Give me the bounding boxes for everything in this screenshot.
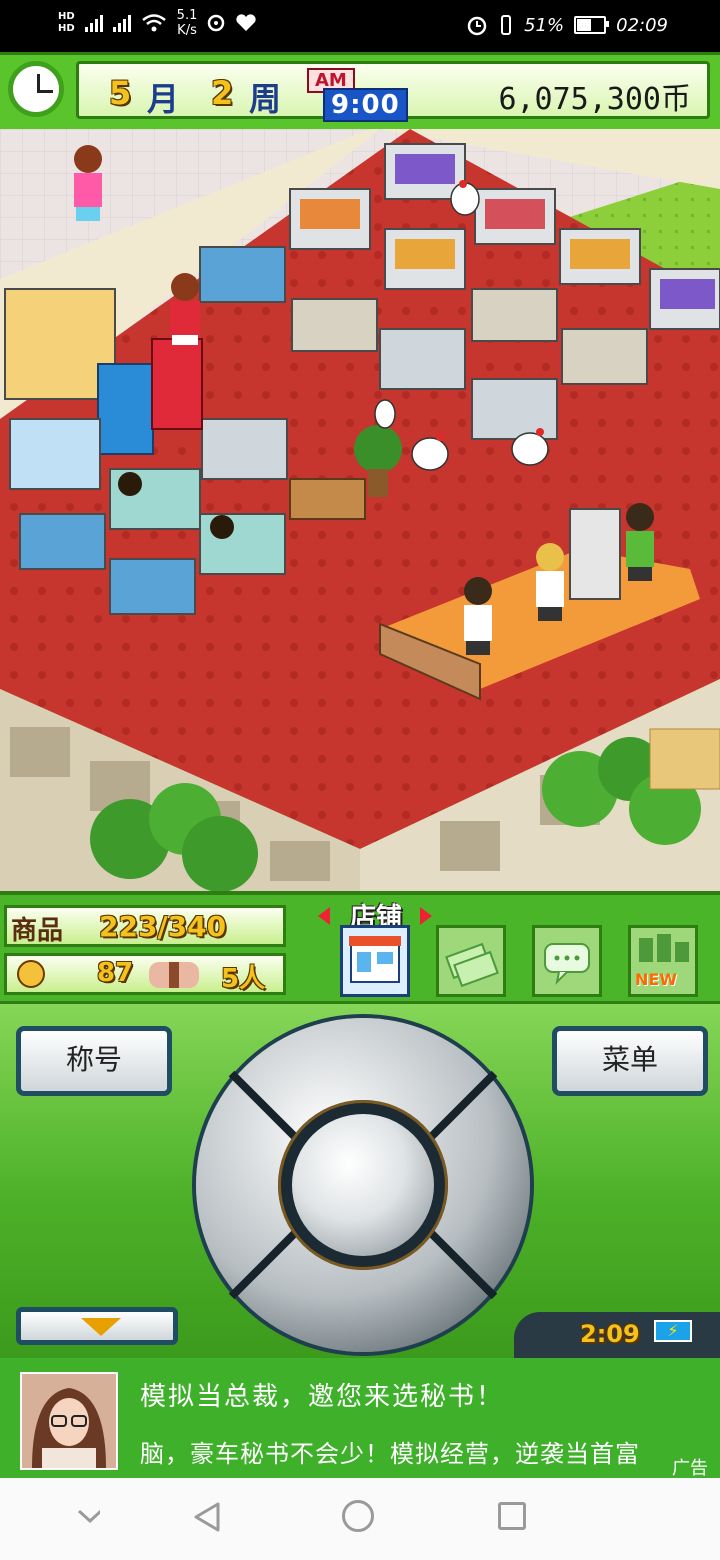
dpad-center-button[interactable] <box>292 1114 434 1256</box>
chevron-down-icon[interactable] <box>76 1504 100 1528</box>
title-button[interactable]: 称号 <box>16 1026 172 1096</box>
tab-store[interactable] <box>340 925 410 997</box>
recent-apps-icon[interactable] <box>498 1502 526 1530</box>
people-icon <box>149 962 199 988</box>
triangle-down-icon <box>81 1318 121 1336</box>
status-right-indicators: 51% 02:09 <box>466 14 668 36</box>
ad-subtext[interactable]: 脑，豪车秘书不会少！模拟经营，逆袭当首富 <box>140 1434 640 1469</box>
ad-headline[interactable]: 模拟当总裁，邀您来选秘书！ <box>140 1376 504 1413</box>
tab-new-feature[interactable]: NEW <box>628 925 698 997</box>
tab-next-arrow-icon[interactable] <box>420 907 432 925</box>
device-clock-box: 2:09 ⚡ <box>514 1312 720 1358</box>
collapse-button[interactable] <box>16 1307 178 1345</box>
controller-panel: 称号 菜单 2:09 ⚡ <box>0 1001 720 1361</box>
dpad[interactable] <box>196 1018 530 1352</box>
tab-finance[interactable] <box>436 925 506 997</box>
top-hud: 5 月 2 周 AM 9:00 6,075,300币 <box>0 52 720 132</box>
month-label: 月 <box>147 80 180 118</box>
goods-label: 商品 <box>11 916 64 946</box>
goods-stat[interactable]: 商品 223/340 <box>4 905 286 947</box>
store-icon <box>349 936 401 983</box>
ad-banner[interactable]: 模拟当总裁，邀您来选秘书！ 脑，豪车秘书不会少！模拟经营，逆袭当首富 广告 <box>0 1358 720 1479</box>
status-time: 02:09 <box>616 14 668 36</box>
status-bar: HD HD 5.1 K/s 51% 02:09 <box>0 0 720 52</box>
wifi-icon <box>141 14 166 32</box>
battery-percent: 51% <box>524 14 565 36</box>
heart-icon <box>236 14 257 31</box>
money-icon <box>445 942 499 988</box>
date-money-panel: 5 月 2 周 AM 9:00 6,075,300币 <box>76 61 710 122</box>
clock-icon[interactable] <box>8 61 64 117</box>
charging-battery-icon: ⚡ <box>654 1320 692 1342</box>
home-icon[interactable] <box>342 1500 374 1532</box>
vibrate-icon <box>501 15 512 35</box>
customer-stat[interactable]: 87 5人 <box>4 953 286 995</box>
smiley-icon <box>17 960 45 988</box>
people-value: 5人 <box>221 964 266 994</box>
network-speed: 5.1 K/s <box>176 8 198 38</box>
battery-icon <box>574 16 610 34</box>
back-icon[interactable] <box>190 1500 224 1534</box>
navigation-bar <box>0 1478 720 1560</box>
ad-label: 广告 <box>672 1458 708 1479</box>
info-bar: 商品 223/340 87 5人 店铺 NEW <box>0 891 720 1005</box>
store-floor-illustration[interactable] <box>0 129 720 891</box>
money-display: 6,075,300币 <box>498 82 691 117</box>
rating-value: 87 <box>97 958 134 988</box>
status-left-indicators: HD HD 5.1 K/s <box>58 8 257 38</box>
alarm-icon <box>467 16 487 36</box>
game-time: 9:00 <box>323 88 408 122</box>
new-badge: NEW <box>635 970 677 989</box>
week-label: 周 <box>249 80 282 118</box>
tab-messages[interactable] <box>532 925 602 997</box>
chat-bubble-icon <box>544 943 590 986</box>
woman-portrait-icon <box>22 1374 116 1468</box>
menu-button[interactable]: 菜单 <box>552 1026 708 1096</box>
ad-avatar-image[interactable] <box>20 1372 118 1470</box>
game-scene[interactable] <box>0 129 720 891</box>
signal-2-icon <box>112 14 131 32</box>
month-number: 5 <box>109 74 132 112</box>
town-icon <box>639 934 689 962</box>
device-clock-time: 2:09 <box>580 1320 640 1348</box>
week-number: 2 <box>211 74 234 112</box>
hd-icon: HD HD <box>58 11 75 34</box>
goods-value: 223/340 <box>99 910 227 943</box>
sync-icon <box>208 14 225 32</box>
signal-icon <box>84 14 103 32</box>
